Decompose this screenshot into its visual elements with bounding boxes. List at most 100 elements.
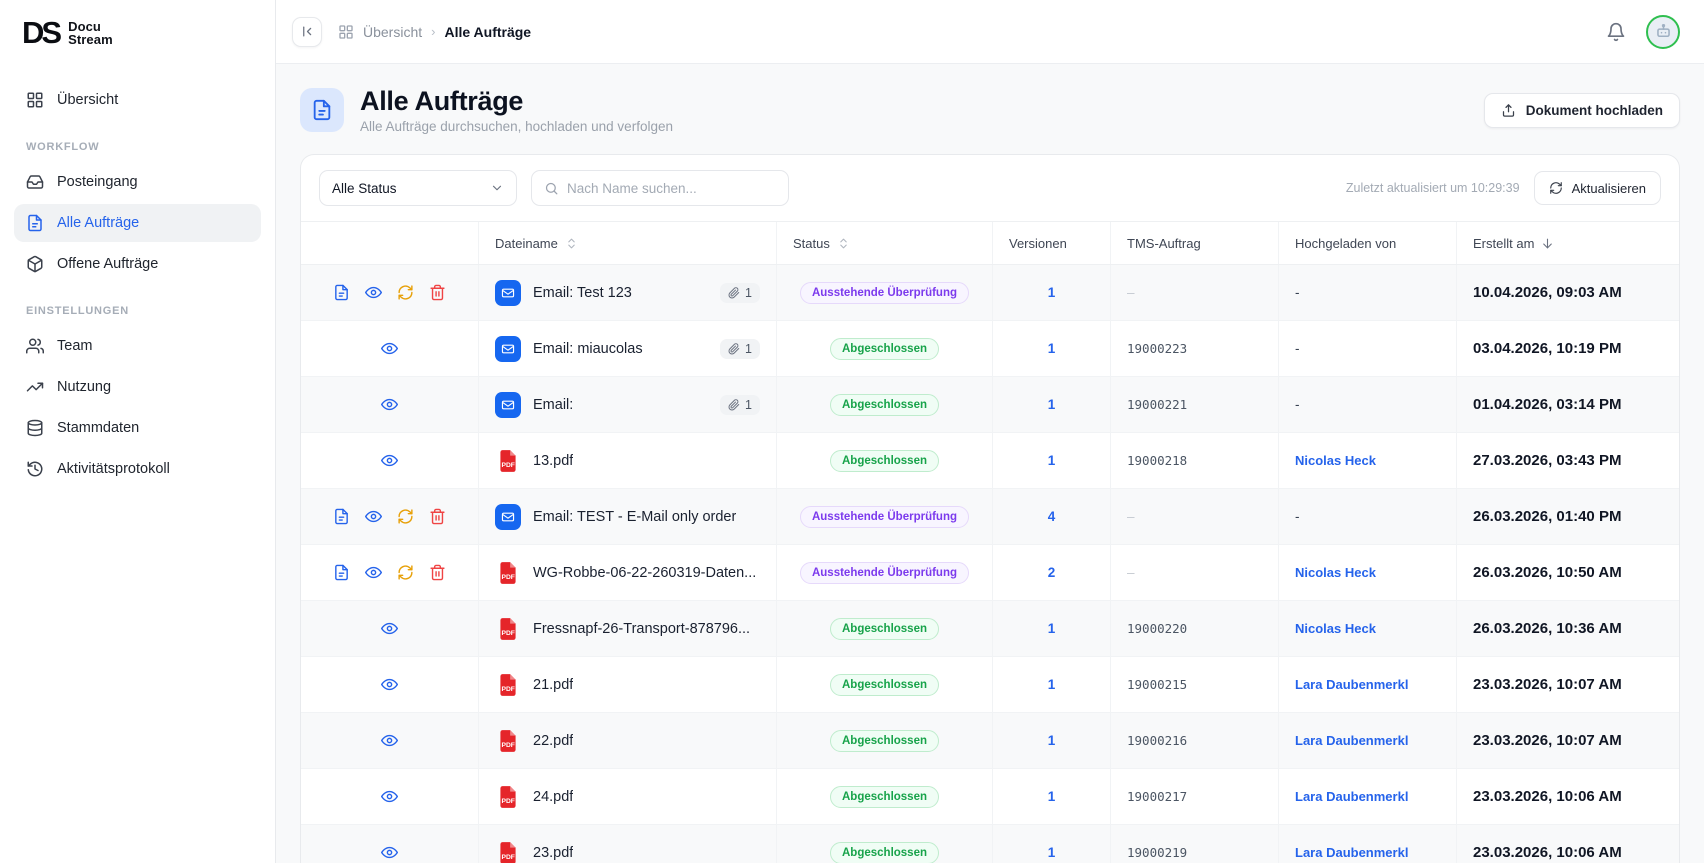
file-text-icon bbox=[311, 99, 333, 121]
uploader-cell: - bbox=[1279, 489, 1457, 544]
delete-action-icon[interactable] bbox=[429, 508, 446, 525]
upload-button-label: Dokument hochladen bbox=[1526, 103, 1663, 118]
inbox-icon bbox=[26, 173, 44, 191]
view-action-icon[interactable] bbox=[365, 564, 382, 581]
view-action-icon[interactable] bbox=[381, 452, 398, 469]
versions-cell: 1 bbox=[993, 657, 1111, 712]
uploader-cell: Nicolas Heck bbox=[1279, 433, 1457, 488]
view-action-icon[interactable] bbox=[381, 676, 398, 693]
logo-line2: Stream bbox=[68, 33, 113, 47]
view-action-icon[interactable] bbox=[381, 396, 398, 413]
email-file-icon bbox=[495, 336, 521, 362]
created-cell: 03.04.2026, 10:19 PM bbox=[1457, 321, 1679, 376]
view-action-icon[interactable] bbox=[381, 340, 398, 357]
uploader-link[interactable]: Lara Daubenmerkl bbox=[1295, 733, 1408, 748]
orders-table: Dateiname Status Versionen TMS-Auftrag bbox=[301, 221, 1679, 863]
tms-number: 19000218 bbox=[1127, 453, 1187, 468]
delete-action-icon[interactable] bbox=[429, 284, 446, 301]
uploader-cell: Lara Daubenmerkl bbox=[1279, 769, 1457, 824]
column-header-status[interactable]: Status bbox=[777, 222, 993, 264]
sidebar-item-aktivitätsprotokoll[interactable]: Aktivitätsprotokoll bbox=[14, 450, 261, 488]
versions-link[interactable]: 1 bbox=[1048, 285, 1056, 300]
created-date: 26.03.2026, 01:40 PM bbox=[1473, 508, 1621, 525]
pdf-file-icon: PDF bbox=[495, 728, 521, 754]
app-logo: DS Docu Stream bbox=[14, 16, 261, 56]
versions-link[interactable]: 1 bbox=[1048, 341, 1056, 356]
attachment-count: 1 bbox=[745, 398, 752, 412]
users-icon bbox=[26, 337, 44, 355]
uploader-link[interactable]: Nicolas Heck bbox=[1295, 565, 1376, 580]
logo-text: Docu Stream bbox=[68, 20, 113, 47]
sidebar-item-übersicht[interactable]: Übersicht bbox=[14, 81, 261, 119]
table-row: PDFFressnapf-26-Transport-878796...Abges… bbox=[301, 601, 1679, 657]
table-row: PDF13.pdfAbgeschlossen119000218Nicolas H… bbox=[301, 433, 1679, 489]
sort-descending-icon bbox=[1541, 237, 1554, 250]
sidebar-item-team[interactable]: Team bbox=[14, 327, 261, 365]
view-action-icon[interactable] bbox=[381, 732, 398, 749]
sidebar-item-posteingang[interactable]: Posteingang bbox=[14, 163, 261, 201]
versions-link[interactable]: 1 bbox=[1048, 397, 1056, 412]
row-actions-cell bbox=[301, 657, 479, 712]
versions-link[interactable]: 1 bbox=[1048, 845, 1056, 860]
versions-link[interactable]: 1 bbox=[1048, 733, 1056, 748]
uploader-link[interactable]: Nicolas Heck bbox=[1295, 621, 1376, 636]
search-icon bbox=[544, 181, 559, 196]
row-actions-cell bbox=[301, 769, 479, 824]
sidebar-item-label: Nutzung bbox=[57, 379, 111, 395]
reprocess-action-icon[interactable] bbox=[397, 508, 414, 525]
versions-link[interactable]: 4 bbox=[1048, 509, 1056, 524]
view-action-icon[interactable] bbox=[381, 844, 398, 861]
column-header-erstellt-am[interactable]: Erstellt am bbox=[1457, 222, 1679, 264]
column-header-label: Dateiname bbox=[495, 236, 558, 251]
bell-icon[interactable] bbox=[1606, 22, 1626, 42]
delete-action-icon[interactable] bbox=[429, 564, 446, 581]
document-action-icon[interactable] bbox=[333, 508, 350, 525]
view-action-icon[interactable] bbox=[365, 508, 382, 525]
versions-link[interactable]: 1 bbox=[1048, 453, 1056, 468]
upload-document-button[interactable]: Dokument hochladen bbox=[1484, 93, 1680, 128]
created-cell: 23.03.2026, 10:07 AM bbox=[1457, 657, 1679, 712]
reprocess-action-icon[interactable] bbox=[397, 284, 414, 301]
view-action-icon[interactable] bbox=[381, 788, 398, 805]
column-header-label: Status bbox=[793, 236, 830, 251]
created-date: 23.03.2026, 10:07 AM bbox=[1473, 676, 1622, 693]
column-header-dateiname[interactable]: Dateiname bbox=[479, 222, 777, 264]
column-header-label: Hochgeladen von bbox=[1295, 236, 1396, 251]
sidebar-item-alle-aufträge[interactable]: Alle Aufträge bbox=[14, 204, 261, 242]
sidebar-collapse-button[interactable] bbox=[292, 17, 322, 47]
chevron-down-icon bbox=[490, 181, 504, 195]
filename-cell: Email:1 bbox=[479, 377, 777, 432]
uploader-link[interactable]: Lara Daubenmerkl bbox=[1295, 677, 1408, 692]
sidebar-item-offene-aufträge[interactable]: Offene Aufträge bbox=[14, 245, 261, 283]
tms-number: 19000217 bbox=[1127, 789, 1187, 804]
search-input[interactable] bbox=[567, 181, 776, 196]
refresh-button[interactable]: Aktualisieren bbox=[1534, 171, 1661, 205]
status-badge: Ausstehende Überprüfung bbox=[800, 562, 969, 584]
reprocess-action-icon[interactable] bbox=[397, 564, 414, 581]
status-badge: Abgeschlossen bbox=[830, 730, 939, 752]
status-badge: Abgeschlossen bbox=[830, 450, 939, 472]
avatar[interactable] bbox=[1646, 15, 1680, 49]
uploader-link[interactable]: Lara Daubenmerkl bbox=[1295, 789, 1408, 804]
sidebar-item-stammdaten[interactable]: Stammdaten bbox=[14, 409, 261, 447]
uploader-link[interactable]: Nicolas Heck bbox=[1295, 453, 1376, 468]
versions-link[interactable]: 2 bbox=[1048, 565, 1056, 580]
status-cell: Abgeschlossen bbox=[777, 601, 993, 656]
versions-link[interactable]: 1 bbox=[1048, 621, 1056, 636]
envelope-icon bbox=[501, 286, 515, 300]
view-action-icon[interactable] bbox=[381, 620, 398, 637]
view-action-icon[interactable] bbox=[365, 284, 382, 301]
breadcrumb-parent[interactable]: Übersicht bbox=[363, 24, 422, 40]
status-filter-select[interactable]: Alle Status bbox=[319, 170, 517, 206]
versions-link[interactable]: 1 bbox=[1048, 677, 1056, 692]
sidebar-item-nutzung[interactable]: Nutzung bbox=[14, 368, 261, 406]
versions-link[interactable]: 1 bbox=[1048, 789, 1056, 804]
document-action-icon[interactable] bbox=[333, 564, 350, 581]
versions-cell: 4 bbox=[993, 489, 1111, 544]
uploader-link[interactable]: Lara Daubenmerkl bbox=[1295, 845, 1408, 860]
nav-section-label: EINSTELLUNGEN bbox=[14, 305, 261, 317]
tms-cell: 19000219 bbox=[1111, 825, 1279, 863]
breadcrumb-separator: › bbox=[431, 24, 435, 39]
filename-cell: PDF22.pdf bbox=[479, 713, 777, 768]
document-action-icon[interactable] bbox=[333, 284, 350, 301]
